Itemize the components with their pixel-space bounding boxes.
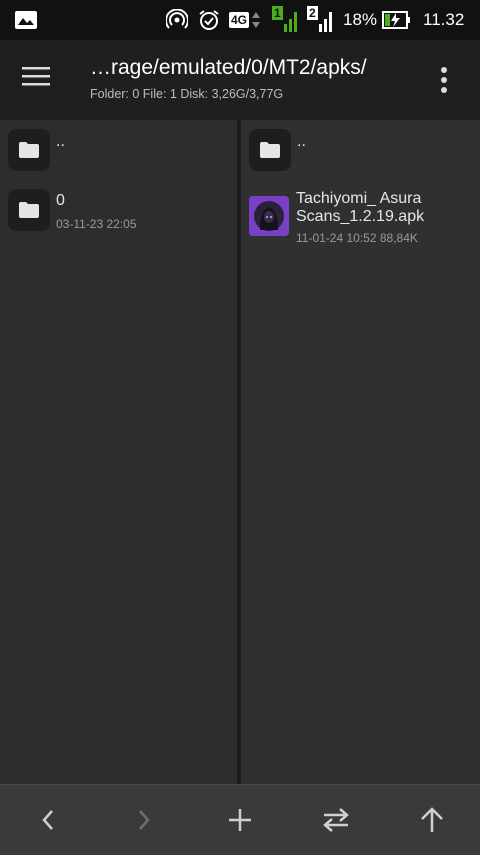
item-date-size: 11-01-24 10:52 88,84K: [296, 231, 418, 245]
add-button[interactable]: [220, 803, 260, 837]
path-info: Folder: 0 File: 1 Disk: 3,26G/3,77G: [90, 87, 284, 101]
up-button[interactable]: [412, 803, 452, 837]
sim2-signal-icon: 2: [307, 0, 335, 40]
add-icon: [229, 809, 251, 831]
swap-icon: [323, 808, 349, 832]
item-name: ..: [56, 133, 65, 150]
back-button[interactable]: [28, 803, 68, 837]
left-pane[interactable]: .. 0 03-11-23 22:05: [0, 120, 237, 784]
list-item-parent-dir[interactable]: ..: [0, 120, 237, 180]
hamburger-menu-icon: [22, 67, 50, 86]
folder-icon: [8, 129, 50, 171]
gallery-notification-icon: [14, 10, 38, 35]
sim1-signal-icon: 1: [272, 0, 300, 40]
current-path[interactable]: …rage/emulated/0/MT2/apks/: [90, 56, 367, 80]
item-name: ..: [297, 133, 306, 150]
bottom-toolbar: [0, 784, 480, 855]
right-pane[interactable]: .. Tachiyomi_ Asura Scans_1.2.19.apk 11-…: [241, 120, 480, 784]
item-date: 03-11-23 22:05: [56, 217, 137, 231]
network-4g-icon: 4G: [229, 0, 261, 40]
item-name: Tachiyomi_ Asura Scans_1.2.19.apk: [296, 190, 424, 226]
item-name-line1: Tachiyomi_ Asura: [296, 190, 422, 207]
folder-icon: [8, 189, 50, 231]
item-name: 0: [56, 192, 65, 209]
clock: 11.32: [423, 10, 465, 29]
battery-charging-icon: [382, 0, 412, 40]
more-vert-icon: [441, 67, 447, 93]
menu-button[interactable]: [22, 64, 62, 96]
alarm-icon: [197, 0, 221, 40]
app-toolbar: …rage/emulated/0/MT2/apks/ Folder: 0 Fil…: [0, 40, 480, 120]
network-type-label: 4G: [229, 12, 250, 28]
forward-icon: [139, 810, 150, 830]
up-icon: [421, 807, 443, 832]
folder-icon: [249, 129, 291, 171]
forward-button[interactable]: [124, 803, 164, 837]
battery-percent: 18%: [343, 10, 378, 29]
swap-panes-button[interactable]: [316, 803, 356, 837]
list-item-parent-dir[interactable]: ..: [241, 120, 480, 180]
hotspot-icon: [166, 0, 188, 40]
status-bar: 4G 1 2 18% 11.32: [0, 0, 480, 40]
item-name-line2: Scans_1.2.19.apk: [296, 208, 425, 225]
apk-app-icon: [249, 196, 289, 236]
list-item-apk-file[interactable]: Tachiyomi_ Asura Scans_1.2.19.apk 11-01-…: [241, 184, 480, 254]
back-icon: [42, 810, 53, 830]
more-options-button[interactable]: [432, 64, 456, 96]
list-item-folder[interactable]: 0 03-11-23 22:05: [0, 182, 237, 242]
